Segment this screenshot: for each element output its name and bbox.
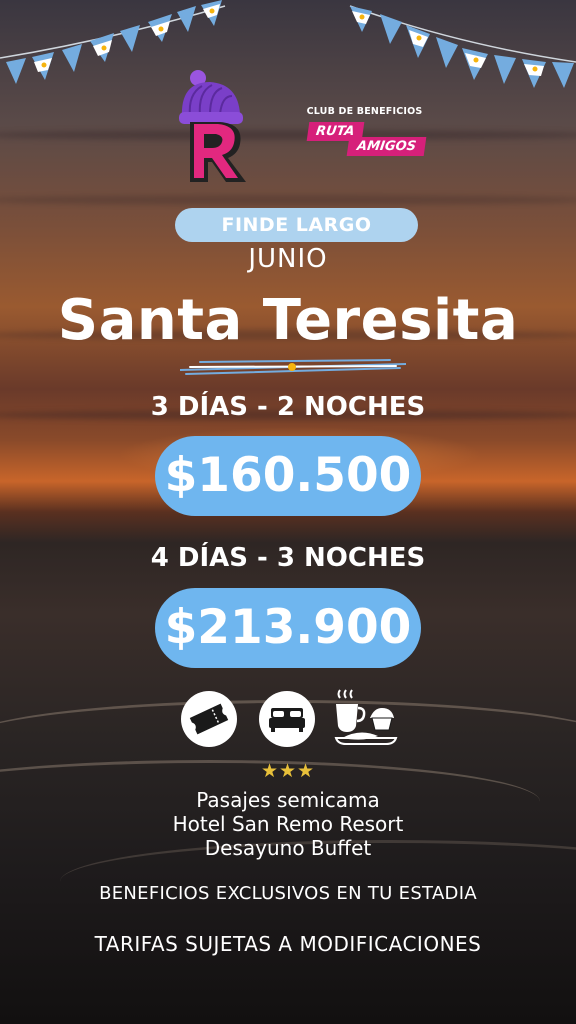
promo-poster: CLUB DE BENEFICIOS RUTA AMIGOS FINDE LAR… [0,0,576,1024]
package-price-1: $160.500 [155,436,421,516]
includes-list: Pasajes semicama Hotel San Remo Resort D… [0,788,576,860]
package-label-1: 3 DÍAS - 2 NOCHES [150,392,426,422]
benefits-text: BENEFICIOS EXCLUSIVOS EN TU ESTADIA [99,883,477,904]
club-title: CLUB DE BENEFICIOS [306,106,423,117]
flag-bunting [0,0,576,88]
package-price-2: $213.900 [155,588,421,668]
includes-icons [0,689,576,750]
pennant-right [350,6,574,88]
club-name-amigos: AMIGOS [346,137,427,156]
destination-title: Santa Teresita [57,288,519,353]
breakfast-icon [334,689,398,745]
disclaimer-text: TARIFAS SUJETAS A MODIFICACIONES [94,932,482,956]
include-item-hotel: Hotel San Remo Resort [172,812,404,836]
finde-largo-badge: FINDE LARGO [175,208,418,242]
hotel-stars: ★★★ [260,760,316,782]
ruta-logo [176,70,256,185]
ticket-icon [181,691,237,747]
promo-month: JUNIO [248,244,328,274]
cloud-streak [0,195,576,205]
package-label-2: 4 DÍAS - 3 NOCHES [150,543,426,573]
club-beneficios-logo: CLUB DE BENEFICIOS RUTA AMIGOS [302,106,427,168]
cloud-streak [0,130,576,140]
bed-icon [259,691,315,747]
beanie-r-icon [179,70,246,182]
include-item-tickets: Pasajes semicama [196,788,380,812]
include-item-breakfast: Desayuno Buffet [204,836,372,860]
flag-brush-divider [180,359,406,375]
